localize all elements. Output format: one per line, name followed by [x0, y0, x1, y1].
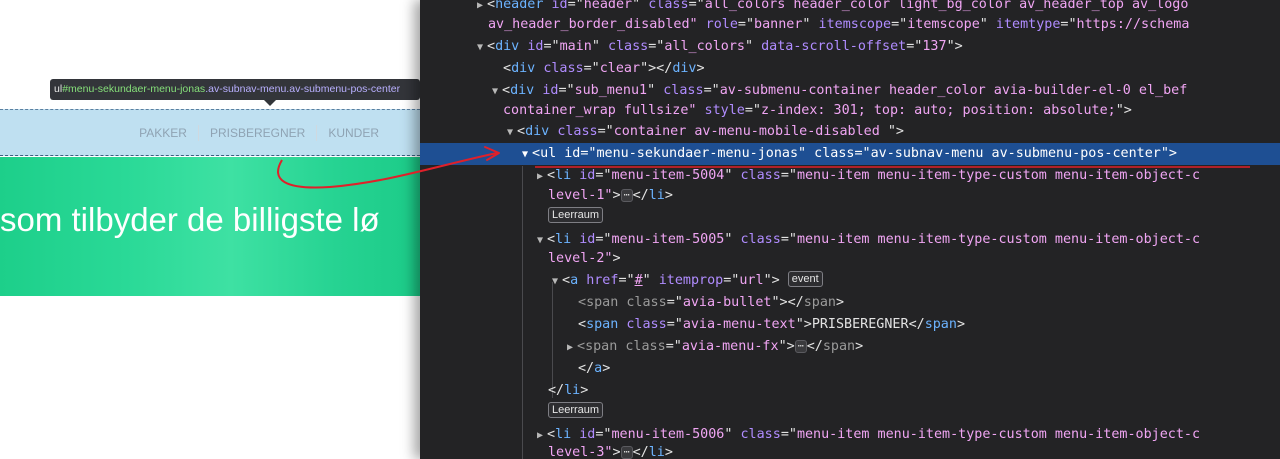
ellipsis-icon[interactable]: ⋯	[794, 340, 807, 353]
event-badge[interactable]: event	[787, 271, 823, 287]
dom-node-container[interactable]: ▼ <div class="container av-menu-mobile-di…	[420, 121, 1280, 143]
ellipsis-icon[interactable]: ⋯	[620, 189, 633, 202]
dom-node-sub-menu-cont: container_wrap fullsize" style="z-index:…	[503, 103, 1132, 118]
hero-banner: som tilbyder de billigste lø	[0, 157, 420, 296]
tooltip-id: #menu-sekundaer-menu-jonas	[62, 83, 206, 95]
page-preview: ul#menu-sekundaer-menu-jonas.av-subnav-m…	[0, 0, 420, 459]
collapse-triangle-icon[interactable]: ▼	[548, 271, 562, 293]
dom-node-a-close: </a>	[578, 361, 611, 376]
dom-node-header-cont: av_header_border_disabled" role="banner"…	[488, 17, 1190, 32]
submenu-item-kunder[interactable]: KUNDER	[316, 124, 390, 141]
leerraum-badge[interactable]: Leerraum	[548, 402, 604, 418]
badge-row: Leerraum	[420, 206, 1280, 228]
dom-node-li-close: </li>	[548, 383, 589, 398]
element-inspector-tooltip: ul#menu-sekundaer-menu-jonas.av-subnav-m…	[50, 79, 420, 100]
dom-node-ul-selected[interactable]: ▼ <ul id="menu-sekundaer-menu-jonas" clas…	[420, 143, 1280, 165]
ellipsis-icon[interactable]: ⋯	[620, 446, 633, 459]
leerraum-badge[interactable]: Leerraum	[548, 207, 604, 223]
tooltip-arrow	[264, 100, 276, 106]
dom-node-span-bullet[interactable]: <span class="avia-bullet"></span>	[420, 292, 1280, 314]
collapse-triangle-icon[interactable]: ▼	[503, 122, 517, 144]
dom-node-span-fx[interactable]: ▶ <span class="avia-menu-fx"> ⋯ </span>	[420, 336, 1280, 358]
dom-node-span-menu-text[interactable]: <span class="avia-menu-text">PRISBEREGNE…	[420, 314, 1280, 336]
dom-node-li-5004[interactable]: ▶ <li id="menu-item-5004" class="menu-ite…	[420, 165, 1280, 187]
expand-triangle-icon[interactable]: ▶	[563, 337, 577, 359]
devtools-elements-panel: ▶ <header id="header" class="all_colors h…	[420, 0, 1280, 459]
dom-node-li-5005-cont: level-2">	[548, 251, 621, 266]
submenu-item-pakker[interactable]: PAKKER	[128, 125, 198, 141]
dom-node-li-5004-cont: level-1"> ⋯ </li>	[548, 188, 673, 203]
collapse-triangle-icon[interactable]: ▼	[473, 37, 487, 59]
submenu-item-prisberegner[interactable]: PRISBEREGNER	[197, 124, 316, 141]
dom-node-a[interactable]: ▼ <a href="#" itemprop="url"> event	[420, 270, 1280, 292]
href-link[interactable]: #	[635, 273, 643, 288]
dom-node-li-5006-cont: level-3"> ⋯ </li>	[548, 445, 673, 459]
dom-node-sub-menu[interactable]: ▼ <div id="sub_menu1" class="av-submenu-c…	[420, 80, 1280, 102]
dom-node-clear[interactable]: <div class="clear"></div>	[420, 58, 1280, 80]
hero-heading: som tilbyder de billigste lø	[0, 201, 380, 238]
badge-row: Leerraum	[420, 401, 1280, 423]
submenu-nav: PAKKER PRISBEREGNER KUNDER	[128, 110, 390, 155]
collapse-triangle-icon[interactable]: ▼	[518, 144, 532, 166]
tooltip-classes: .av-subnav-menu.av-submenu-pos-center	[205, 83, 401, 95]
highlighted-submenu: PAKKER PRISBEREGNER KUNDER	[0, 109, 420, 156]
dom-node-main[interactable]: ▼ <div id="main" class="all_colors" data-…	[420, 36, 1280, 58]
tooltip-tag: ul	[54, 83, 63, 95]
